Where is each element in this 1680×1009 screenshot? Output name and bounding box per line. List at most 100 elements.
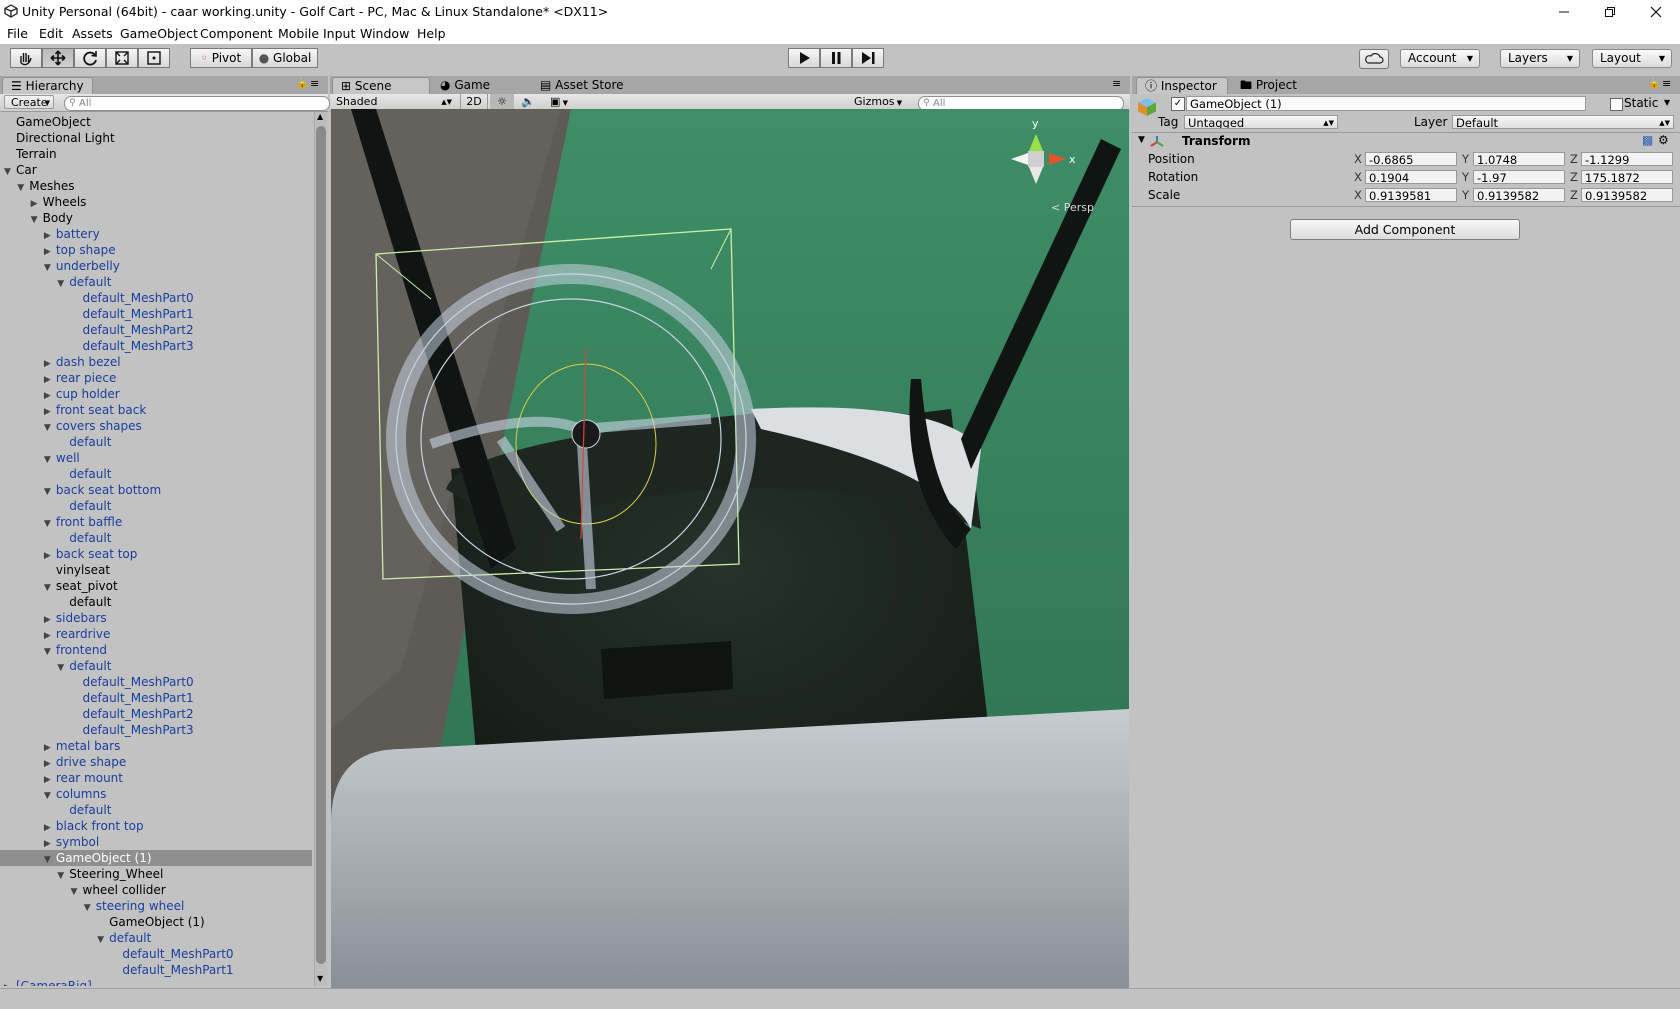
hierarchy-row[interactable]: default xyxy=(0,498,111,514)
hierarchy-row[interactable]: default xyxy=(0,466,111,482)
audio-toggle[interactable]: 🔈 xyxy=(516,94,540,110)
transform-header[interactable]: ▼ Transform ▩ ⚙ xyxy=(1132,133,1680,150)
hierarchy-row[interactable]: GameObject xyxy=(0,114,91,130)
hierarchy-row[interactable]: default xyxy=(0,434,111,450)
restore-button[interactable] xyxy=(1587,0,1633,24)
active-checkbox[interactable]: ✓ xyxy=(1171,97,1185,111)
hierarchy-row[interactable]: ▶[CameraRig] xyxy=(0,978,92,986)
hierarchy-row[interactable]: Terrain xyxy=(0,146,57,162)
panel-menu-icon[interactable]: ≡ xyxy=(1112,77,1121,90)
menu-file[interactable]: File xyxy=(7,26,28,41)
hierarchy-row[interactable]: ▶ symbol xyxy=(0,834,99,850)
hierarchy-row[interactable]: ▼ covers shapes xyxy=(0,418,142,434)
hierarchy-search-input[interactable]: ⚲ All xyxy=(64,96,330,111)
expand-arrow-icon[interactable]: ▼ xyxy=(1138,135,1145,145)
close-window-button[interactable] xyxy=(1633,0,1679,24)
hierarchy-row[interactable]: ▶ rear mount xyxy=(0,770,123,786)
hierarchy-row[interactable]: default_MeshPart0 xyxy=(0,674,194,690)
hierarchy-row[interactable]: ▼ default xyxy=(0,274,111,290)
menu-gameobject[interactable]: GameObject xyxy=(120,26,198,41)
rotation-y-field[interactable]: -1.97 xyxy=(1473,170,1565,184)
global-toggle[interactable]: ● Global xyxy=(252,48,318,68)
hierarchy-row[interactable]: ▼ well xyxy=(0,450,80,466)
collab-cloud-button[interactable] xyxy=(1359,49,1389,69)
hierarchy-row[interactable]: ▼ back seat bottom xyxy=(0,482,161,498)
hierarchy-row[interactable]: default_MeshPart2 xyxy=(0,322,194,338)
hierarchy-row[interactable]: default_MeshPart1 xyxy=(0,306,194,322)
lighting-toggle[interactable]: ☼ xyxy=(490,94,514,110)
hierarchy-row[interactable]: ▶ reardrive xyxy=(0,626,111,642)
scrollbar-thumb[interactable] xyxy=(316,126,326,964)
hierarchy-row[interactable]: ▼ front baffle xyxy=(0,514,122,530)
tag-dropdown[interactable]: Untagged ▲▼ xyxy=(1184,115,1338,129)
hierarchy-row[interactable]: ▼ wheel collider xyxy=(0,882,166,898)
position-y-field[interactable]: 1.0748 xyxy=(1473,152,1565,166)
hierarchy-row[interactable]: ▶ top shape xyxy=(0,242,116,258)
rotate-tool-button[interactable] xyxy=(74,48,106,68)
tab-game[interactable]: ◕ Game xyxy=(432,77,498,94)
create-dropdown[interactable]: Create ▼ xyxy=(4,95,54,109)
hierarchy-row[interactable]: default xyxy=(0,802,111,818)
hierarchy-row[interactable]: default_MeshPart1 xyxy=(0,690,194,706)
scroll-down-icon[interactable]: ▼ xyxy=(317,974,323,983)
scale-x-field[interactable]: 0.9139581 xyxy=(1365,188,1457,202)
hierarchy-row[interactable]: ▶ front seat back xyxy=(0,402,146,418)
hierarchy-row[interactable]: ▼ columns xyxy=(0,786,106,802)
hierarchy-row[interactable]: ▼ steering wheel xyxy=(0,898,185,914)
menu-mobile-input[interactable]: Mobile Input xyxy=(278,26,355,41)
hierarchy-row[interactable]: ▶ Wheels xyxy=(0,194,87,210)
menu-edit[interactable]: Edit xyxy=(39,26,63,41)
hierarchy-row[interactable]: Directional Light xyxy=(0,130,115,146)
rotation-z-field[interactable]: 175.1872 xyxy=(1581,170,1673,184)
2d-toggle[interactable]: 2D xyxy=(460,94,488,110)
lock-icon[interactable]: 🔒 xyxy=(296,78,308,89)
position-z-field[interactable]: -1.1299 xyxy=(1581,152,1673,166)
hierarchy-row[interactable]: ▶ drive shape xyxy=(0,754,126,770)
scale-tool-button[interactable] xyxy=(106,48,138,68)
hierarchy-row[interactable]: ▼ underbelly xyxy=(0,258,120,274)
play-button[interactable] xyxy=(788,48,820,68)
hierarchy-row[interactable]: ▼ Meshes xyxy=(0,178,74,194)
tab-asset-store[interactable]: ▤ Asset Store xyxy=(532,77,632,94)
hierarchy-row[interactable]: vinylseat xyxy=(0,562,110,578)
hierarchy-row[interactable]: ▼ frontend xyxy=(0,642,107,658)
move-tool-button[interactable] xyxy=(42,48,74,68)
tab-inspector[interactable]: ⓘ Inspector xyxy=(1136,77,1228,94)
pause-button[interactable] xyxy=(820,48,852,68)
static-dropdown-arrow-icon[interactable]: ▼ xyxy=(1664,98,1670,107)
position-x-field[interactable]: -0.6865 xyxy=(1365,152,1457,166)
panel-menu-icon[interactable]: ≡ xyxy=(310,77,319,90)
layers-dropdown[interactable]: Layers ▼ xyxy=(1500,49,1580,68)
pivot-toggle[interactable]: ◦ Pivot xyxy=(190,48,252,68)
hierarchy-row[interactable]: ▼ GameObject (1) xyxy=(0,850,312,866)
hierarchy-scrollbar[interactable]: ▲ ▼ xyxy=(314,112,327,986)
hierarchy-row[interactable]: default_MeshPart0 xyxy=(0,290,194,306)
tab-project[interactable]: 🖿 Project xyxy=(1232,77,1305,94)
scale-z-field[interactable]: 0.9139582 xyxy=(1581,188,1673,202)
tab-hierarchy[interactable]: ☰ Hierarchy xyxy=(2,77,93,94)
hierarchy-row[interactable]: default_MeshPart2 xyxy=(0,706,194,722)
gear-icon[interactable]: ⚙ xyxy=(1658,133,1669,147)
layer-dropdown[interactable]: Default ▲▼ xyxy=(1452,115,1674,129)
hierarchy-row[interactable]: default_MeshPart3 xyxy=(0,338,194,354)
scene-viewport[interactable]: y x < Persp xyxy=(331,109,1129,988)
object-name-field[interactable]: GameObject (1) xyxy=(1186,96,1586,111)
menu-window[interactable]: Window xyxy=(360,26,409,41)
scroll-up-icon[interactable]: ▲ xyxy=(317,112,323,121)
hierarchy-row[interactable]: ▶ metal bars xyxy=(0,738,120,754)
hierarchy-row[interactable]: ▼ default xyxy=(0,930,151,946)
hierarchy-row[interactable]: ▶ battery xyxy=(0,226,100,242)
rect-tool-button[interactable] xyxy=(138,48,170,68)
hierarchy-row[interactable]: default_MeshPart3 xyxy=(0,722,194,738)
menu-assets[interactable]: Assets xyxy=(72,26,113,41)
hierarchy-row[interactable]: ▼ Steering_Wheel xyxy=(0,866,163,882)
minimize-button[interactable] xyxy=(1541,0,1587,24)
projection-label[interactable]: < Persp xyxy=(1051,201,1094,214)
hierarchy-row[interactable]: ▼ seat_pivot xyxy=(0,578,118,594)
step-button[interactable] xyxy=(852,48,884,68)
shading-mode-dropdown[interactable]: Shaded ▲▼ xyxy=(336,95,454,109)
hierarchy-row[interactable]: ▶ cup holder xyxy=(0,386,120,402)
add-component-button[interactable]: Add Component xyxy=(1290,219,1520,240)
hierarchy-row[interactable]: ▼ Car xyxy=(0,162,37,178)
hierarchy-row[interactable]: ▶ black front top xyxy=(0,818,144,834)
